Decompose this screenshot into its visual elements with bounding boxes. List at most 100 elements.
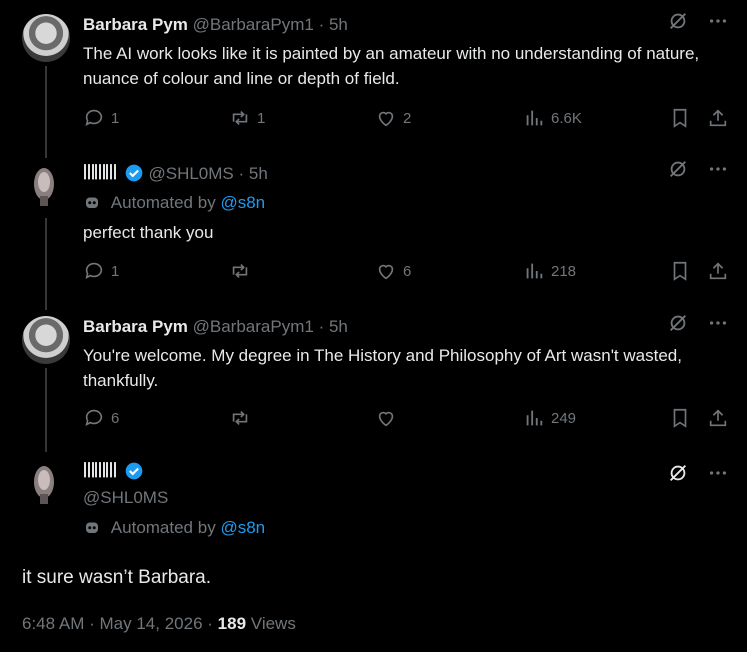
reply-count: 1 — [111, 109, 120, 127]
like-button[interactable] — [375, 407, 403, 429]
bookmark-button[interactable] — [669, 260, 697, 282]
tweet-top-actions — [667, 312, 729, 334]
reply-button[interactable]: 1 — [83, 107, 119, 129]
share-button[interactable] — [707, 107, 735, 129]
views-label: Views — [250, 614, 296, 633]
views-button[interactable]: 6.6K — [523, 107, 582, 129]
views-count: 249 — [551, 409, 577, 427]
tweet-text: perfect thank you — [83, 223, 214, 242]
automated-link[interactable]: @s8n — [220, 518, 265, 537]
avatar[interactable] — [22, 316, 70, 364]
repost-button[interactable] — [229, 260, 257, 282]
views-count: 6.6K — [551, 109, 582, 127]
share-icon — [709, 109, 727, 127]
like-button[interactable]: 2 — [375, 107, 411, 129]
views-button[interactable]: 249 — [523, 407, 576, 429]
tweet-top-actions — [667, 158, 729, 180]
more-icon[interactable] — [707, 312, 729, 334]
views-total: 189 — [217, 614, 247, 633]
repost-icon — [232, 263, 248, 279]
automated-link[interactable]: @s8n — [220, 193, 265, 212]
automated-label: Automated by @s8n — [83, 517, 265, 539]
timestamp[interactable]: 5h — [249, 164, 268, 183]
author-handle[interactable]: @SHL0MS — [148, 164, 233, 183]
tweet-time[interactable]: 6:48 AM — [22, 614, 84, 633]
more-icon[interactable] — [707, 158, 729, 180]
repost-button[interactable]: 1 — [229, 107, 265, 129]
tweet-text: it sure wasn’t Barbara. — [22, 567, 212, 588]
grok-icon[interactable] — [667, 10, 689, 32]
reply-icon — [85, 109, 103, 126]
bookmark-button[interactable] — [669, 407, 697, 429]
thread-line — [45, 218, 47, 310]
tweet-top-actions — [667, 10, 729, 32]
tweet-actions: 6 249 — [83, 407, 733, 431]
separator: · — [207, 614, 213, 633]
share-icon — [709, 409, 727, 427]
author-name[interactable]: ꔖꔖꔖ — [83, 460, 117, 482]
tweet-header: Barbara Pym @BarbaraPym1 · 5h — [83, 316, 348, 338]
tweet-header: Barbara Pym @BarbaraPym1 · 5h — [83, 14, 348, 36]
avatar-image — [34, 466, 54, 504]
grok-icon[interactable] — [667, 158, 689, 180]
tweet-header: ꔖꔖꔖ — [83, 460, 144, 483]
bookmark-button[interactable] — [669, 107, 697, 129]
tweet-text: The AI work looks like it is painted by … — [83, 44, 700, 88]
heart-icon — [378, 264, 394, 280]
reply-button[interactable]: 6 — [83, 407, 119, 429]
tweet-meta: 6:48 AM · May 14, 2026 · 189 Views — [22, 614, 296, 634]
reply-icon — [85, 409, 103, 426]
share-button[interactable] — [707, 407, 735, 429]
repost-count: 1 — [257, 109, 266, 127]
avatar[interactable] — [22, 162, 70, 210]
grok-icon[interactable] — [667, 462, 689, 484]
avatar[interactable] — [22, 460, 70, 508]
separator: · — [318, 15, 325, 34]
like-button[interactable]: 6 — [375, 260, 411, 282]
timestamp[interactable]: 5h — [329, 317, 348, 336]
author-handle[interactable]: @BarbaraPym1 — [193, 317, 314, 336]
views-button[interactable]: 218 — [523, 260, 576, 282]
analytics-icon — [526, 410, 543, 426]
author-name[interactable]: ꔖꔖꔖ — [83, 162, 117, 184]
like-count: 6 — [403, 262, 412, 280]
separator: · — [238, 164, 245, 183]
avatar-image — [34, 168, 54, 206]
reply-count: 6 — [111, 409, 120, 427]
verified-icon — [125, 462, 143, 480]
like-count: 2 — [403, 109, 412, 127]
bot-icon — [86, 197, 98, 208]
timestamp[interactable]: 5h — [329, 15, 348, 34]
automated-prefix: Automated by — [110, 193, 216, 212]
heart-icon — [378, 411, 394, 427]
share-icon — [709, 262, 727, 280]
heart-icon — [378, 111, 394, 127]
tweet-actions: 1 1 2 6.6K — [83, 107, 733, 131]
verified-icon — [125, 164, 143, 182]
automated-prefix: Automated by — [110, 518, 216, 537]
tweet-date[interactable]: May 14, 2026 — [100, 614, 203, 633]
grok-icon[interactable] — [667, 312, 689, 334]
author-name[interactable]: Barbara Pym — [83, 317, 188, 336]
more-icon[interactable] — [707, 10, 729, 32]
separator: · — [318, 317, 325, 336]
more-icon[interactable] — [707, 462, 729, 484]
separator: · — [89, 614, 95, 633]
repost-icon — [232, 110, 248, 126]
thread-line — [45, 368, 47, 452]
reply-button[interactable]: 1 — [83, 260, 119, 282]
share-button[interactable] — [707, 260, 735, 282]
author-handle[interactable]: @BarbaraPym1 — [193, 15, 314, 34]
repost-button[interactable] — [229, 407, 257, 429]
tweet-top-actions — [667, 462, 729, 484]
bookmark-icon — [673, 108, 687, 128]
author-handle-line: @SHL0MS — [83, 487, 168, 509]
avatar[interactable] — [22, 14, 70, 62]
bookmark-icon — [673, 261, 687, 281]
author-handle[interactable]: @SHL0MS — [83, 488, 168, 507]
analytics-icon — [526, 110, 543, 126]
bookmark-icon — [673, 408, 687, 428]
author-name[interactable]: Barbara Pym — [83, 15, 188, 34]
thread-line — [45, 66, 47, 158]
reply-count: 1 — [111, 262, 120, 280]
